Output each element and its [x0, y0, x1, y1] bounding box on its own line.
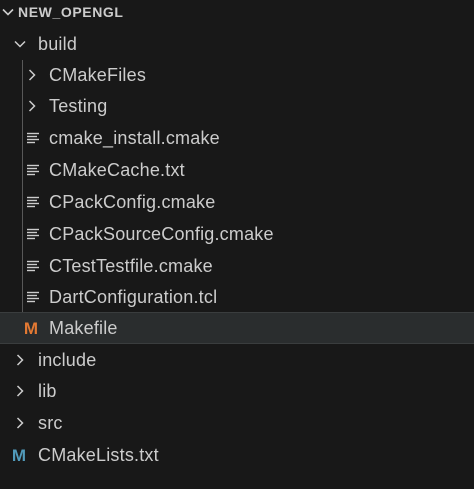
tree-item-label: lib — [38, 380, 57, 401]
chevron-down-icon[interactable] — [0, 5, 16, 19]
tree-item-label: Testing — [49, 95, 108, 116]
explorer-section-header[interactable]: NEW_OPENGL — [0, 0, 474, 27]
text-file-icon — [25, 163, 41, 177]
tree-item-dartconfiguration[interactable]: DartConfiguration.tcl — [0, 281, 474, 313]
tree-item-build[interactable]: build — [0, 28, 474, 60]
text-file-icon — [25, 290, 41, 304]
file-explorer: NEW_OPENGL build CMakeFiles Testing cmak… — [0, 0, 474, 489]
tree-item-label: Makefile — [49, 317, 118, 338]
chevron-down-icon — [12, 36, 28, 52]
tree-item-label: CPackConfig.cmake — [49, 191, 216, 212]
chevron-right-icon — [24, 67, 40, 83]
text-file-icon — [25, 227, 41, 241]
tree-item-makefile[interactable]: M Makefile — [0, 312, 474, 344]
tree-item-ctesttestfile[interactable]: CTestTestfile.cmake — [0, 250, 474, 282]
cmake-icon-letter: M — [12, 447, 26, 463]
chevron-right-icon — [12, 352, 28, 368]
tree-item-cmakecache[interactable]: CMakeCache.txt — [0, 154, 474, 186]
tree-item-label: CMakeLists.txt — [38, 444, 159, 465]
tree-item-src[interactable]: src — [0, 407, 474, 439]
makefile-icon: M — [22, 320, 40, 336]
text-file-icon — [25, 131, 41, 145]
tree-item-label: DartConfiguration.tcl — [49, 286, 218, 307]
makefile-icon-letter: M — [24, 320, 38, 336]
text-file-icon — [25, 195, 41, 209]
chevron-right-icon — [12, 383, 28, 399]
chevron-right-icon — [12, 415, 28, 431]
tree-item-label: build — [38, 33, 78, 54]
tree-item-cpackconfig[interactable]: CPackConfig.cmake — [0, 186, 474, 218]
tree-item-cmakefiles[interactable]: CMakeFiles — [0, 59, 474, 91]
chevron-right-icon — [24, 98, 40, 114]
tree-item-label: CMakeCache.txt — [49, 159, 185, 180]
tree-item-cmake-install[interactable]: cmake_install.cmake — [0, 122, 474, 154]
tree-item-cpacksourceconfig[interactable]: CPackSourceConfig.cmake — [0, 218, 474, 250]
tree-item-label: cmake_install.cmake — [49, 127, 220, 148]
tree-item-testing[interactable]: Testing — [0, 90, 474, 122]
tree-item-label: CPackSourceConfig.cmake — [49, 223, 274, 244]
tree-item-label: CMakeFiles — [49, 64, 147, 85]
tree-item-label: src — [38, 412, 63, 433]
tree-item-label: include — [38, 349, 97, 370]
tree-item-label: CTestTestfile.cmake — [49, 255, 213, 276]
cmake-m-icon: M — [10, 447, 28, 463]
section-title: NEW_OPENGL — [18, 4, 124, 20]
text-file-icon — [25, 259, 41, 273]
tree-item-include[interactable]: include — [0, 344, 474, 376]
tree-item-cmakelists[interactable]: M CMakeLists.txt — [0, 439, 474, 471]
tree-item-lib[interactable]: lib — [0, 375, 474, 407]
